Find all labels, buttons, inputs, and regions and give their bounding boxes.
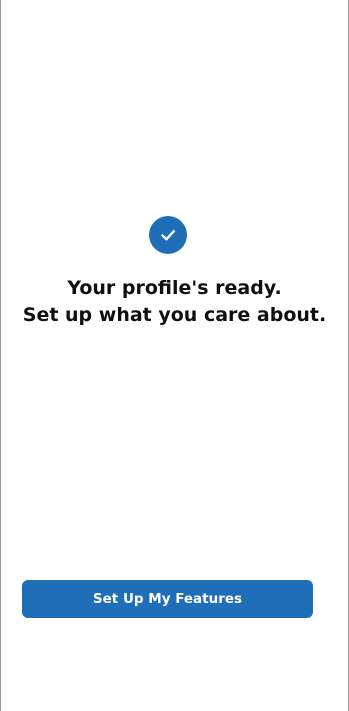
check-circle-icon [149, 216, 187, 254]
checkmark-icon [161, 230, 175, 241]
set-up-features-button[interactable]: Set Up My Features [22, 580, 313, 618]
headline-line-1: Your profile's ready. [67, 277, 282, 299]
page-headline: Your profile's ready. Set up what you ca… [1, 275, 348, 329]
headline-line-2: Set up what you care about. [22, 304, 327, 326]
profile-ready-screen: Your profile's ready. Set up what you ca… [0, 0, 349, 711]
